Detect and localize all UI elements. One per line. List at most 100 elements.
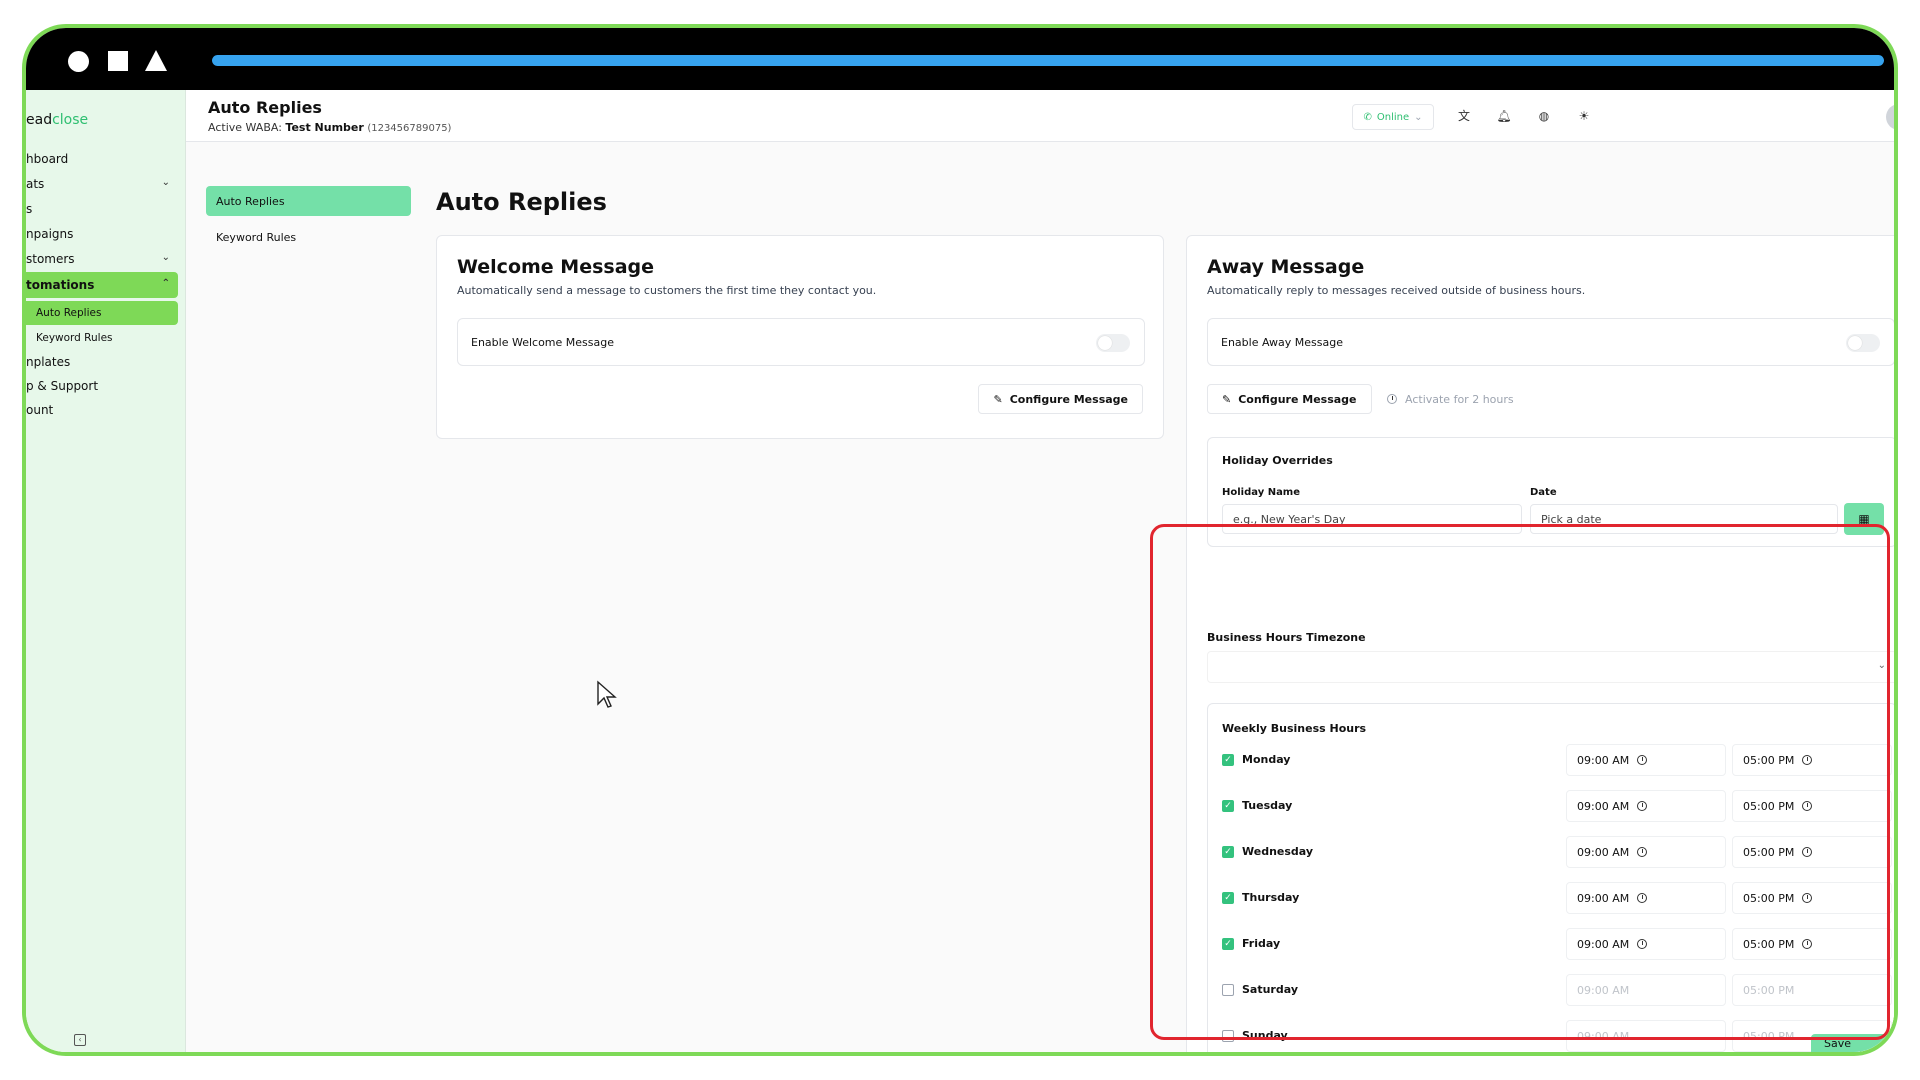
sidebar-subitem-auto-replies[interactable]: Auto Replies [26, 301, 178, 325]
calendar-button[interactable]: ▦ [1844, 503, 1884, 535]
clock-icon [1387, 394, 1397, 404]
open-time-input[interactable]: 09:00 AM [1566, 1020, 1726, 1052]
day-checkbox[interactable]: ✓ [1222, 754, 1234, 766]
day-checkbox[interactable]: ✓ [1222, 846, 1234, 858]
chevron-down-icon: ⌄ [161, 177, 170, 188]
sidebar-item-contacts[interactable]: s [26, 196, 178, 222]
away-message-card: Away Message Automatically reply to mess… [1186, 235, 1894, 1052]
triangle-icon [145, 50, 167, 71]
status-dropdown[interactable]: ✆ Online ⌄ [1352, 104, 1434, 130]
sun-icon[interactable]: ☀ [1576, 108, 1592, 124]
collapse-sidebar-icon[interactable]: ‹ [74, 1034, 86, 1046]
close-time-input[interactable]: 05:00 PM [1732, 974, 1892, 1006]
sidebar-subitem-keyword-rules[interactable]: Keyword Rules [26, 326, 178, 350]
clock-icon [1802, 893, 1813, 903]
sidebar-item-label: npaigns [26, 227, 74, 241]
date-label: Date [1530, 487, 1557, 498]
open-time-value: 09:00 AM [1577, 753, 1630, 767]
open-time-input[interactable]: 09:00 AM [1566, 974, 1726, 1006]
close-time-input[interactable]: 05:00 PM [1732, 744, 1892, 776]
close-time-input[interactable]: 05:00 PM [1732, 790, 1892, 822]
holiday-title: Holiday Overrides [1222, 454, 1333, 467]
sidebar-item-label: nplates [26, 355, 71, 369]
translate-icon[interactable]: 文 [1456, 108, 1472, 124]
open-time-input[interactable]: 09:00 AM [1566, 928, 1726, 960]
sidebar-item-chats[interactable]: ats ⌄ [26, 171, 178, 197]
square-icon [108, 51, 128, 71]
sidebar-item-label: stomers [26, 252, 75, 266]
close-time-input[interactable]: 05:00 PM [1732, 882, 1892, 914]
configure-label: Configure Message [1238, 392, 1357, 406]
sidebar-item-campaigns[interactable]: npaigns [26, 221, 178, 247]
toggle-knob [1098, 336, 1112, 350]
date-input[interactable]: Pick a date [1530, 504, 1838, 534]
sidebar-item-templates[interactable]: nplates [26, 349, 178, 375]
open-time-value: 09:00 AM [1577, 799, 1630, 813]
close-time-input[interactable]: 05:00 PM [1732, 836, 1892, 868]
subnav-auto-replies[interactable]: Auto Replies [206, 186, 411, 216]
close-time-value: 05:00 PM [1743, 937, 1795, 951]
save-schedule-button[interactable]: Save Schedule [1811, 1034, 1894, 1052]
progress-bar [212, 55, 1884, 66]
clock-icon [1802, 939, 1813, 949]
sidebar-item-help-support[interactable]: p & Support [26, 373, 178, 399]
welcome-description: Automatically send a message to customer… [457, 284, 877, 297]
day-checkbox[interactable]: ✓ [1222, 938, 1234, 950]
open-time-input[interactable]: 09:00 AM [1566, 790, 1726, 822]
welcome-toggle-label: Enable Welcome Message [471, 336, 614, 349]
sidebar-item-customers[interactable]: stomers ⌄ [26, 246, 178, 272]
date-placeholder: Pick a date [1541, 512, 1602, 526]
brand-prefix: ead [26, 112, 53, 128]
day-checkbox[interactable] [1222, 1030, 1234, 1042]
timezone-select[interactable]: ⌄ [1207, 651, 1894, 683]
sidebar-item-dashboard[interactable]: hboard [26, 146, 178, 172]
open-time-input[interactable]: 09:00 AM [1566, 882, 1726, 914]
sidebar-item-account[interactable]: ount [26, 397, 178, 423]
clock-icon [1637, 755, 1648, 765]
close-time-input[interactable]: 05:00 PM [1732, 928, 1892, 960]
open-time-input[interactable]: 09:00 AM [1566, 744, 1726, 776]
day-name: Friday [1242, 937, 1281, 950]
sidebar-item-label: ount [26, 403, 54, 417]
clock-icon [1637, 847, 1648, 857]
holiday-name-input[interactable]: e.g., New Year's Day [1222, 504, 1522, 534]
brand-logo[interactable]: eadclose [26, 112, 88, 128]
subnav-label: Keyword Rules [216, 230, 297, 244]
business-hours-row: Sunday 09:00 AM 05:00 PM [1222, 1020, 1892, 1052]
away-configure-button[interactable]: ✎ Configure Message [1207, 384, 1372, 414]
close-time-value: 05:00 PM [1743, 845, 1795, 859]
open-time-value: 09:00 AM [1577, 891, 1630, 905]
welcome-configure-button[interactable]: ✎ Configure Message [978, 384, 1143, 414]
away-toggle[interactable] [1846, 334, 1880, 352]
bell-icon[interactable]: 🔔︎ [1496, 108, 1512, 124]
open-time-value: 09:00 AM [1577, 937, 1630, 951]
edit-icon: ✎ [993, 392, 1003, 406]
page-header: Auto Replies Active WABA: Test Number (1… [186, 90, 1894, 142]
day-checkbox[interactable] [1222, 984, 1234, 996]
open-time-input[interactable]: 09:00 AM [1566, 836, 1726, 868]
mouse-cursor-icon [597, 680, 617, 708]
page-title: Auto Replies [436, 188, 607, 216]
brand-accent: close [52, 112, 89, 128]
chevron-down-icon: ⌄ [1877, 660, 1886, 671]
away-toggle-label: Enable Away Message [1221, 336, 1343, 349]
day-name: Monday [1242, 753, 1291, 766]
day-checkbox[interactable]: ✓ [1222, 800, 1234, 812]
sidebar-item-automations[interactable]: tomations ⌃ [26, 272, 178, 298]
business-hours-row: ✓ Tuesday 09:00 AM 05:00 PM [1222, 790, 1892, 822]
open-time-value: 09:00 AM [1577, 845, 1630, 859]
activate-label: Activate for 2 hours [1405, 392, 1514, 406]
sidebar-item-label: ats [26, 177, 45, 191]
business-hours-row: ✓ Wednesday 09:00 AM 05:00 PM [1222, 836, 1892, 868]
welcome-toggle[interactable] [1096, 334, 1130, 352]
subnav-keyword-rules[interactable]: Keyword Rules [206, 222, 411, 252]
close-time-value: 05:00 PM [1743, 983, 1795, 997]
avatar[interactable] [1886, 104, 1894, 130]
palette-icon[interactable]: ◍ [1536, 108, 1552, 124]
calendar-icon: ▦ [1858, 512, 1870, 526]
clock-icon [1802, 801, 1813, 811]
status-label: Online [1376, 111, 1410, 123]
activate-temporarily-button[interactable]: Activate for 2 hours [1387, 384, 1514, 414]
day-checkbox[interactable]: ✓ [1222, 892, 1234, 904]
clock-icon [1802, 755, 1813, 765]
